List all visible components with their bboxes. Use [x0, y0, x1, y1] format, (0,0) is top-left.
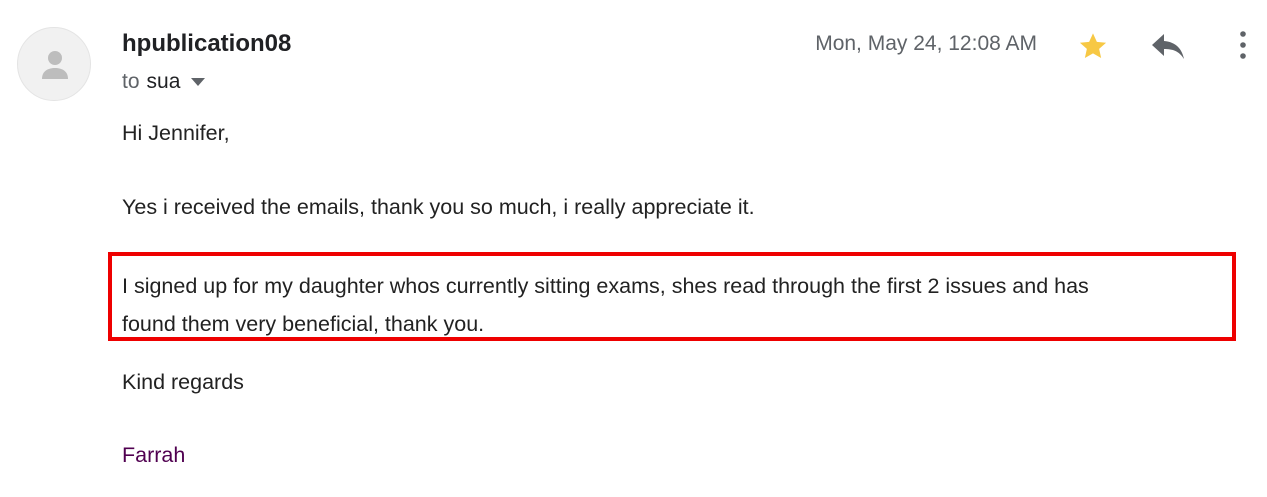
email-paragraph-1: Yes i received the emails, thank you so … [122, 195, 755, 219]
highlight-annotation-box [108, 252, 1236, 341]
to-label: to [122, 70, 140, 93]
sender-avatar[interactable] [17, 27, 91, 101]
star-icon [1079, 33, 1107, 58]
reply-icon [1152, 34, 1184, 59]
email-closing: Kind regards [122, 370, 244, 394]
message-date: Mon, May 24, 12:08 AM [815, 32, 1037, 55]
recipient-name: sua [146, 70, 181, 93]
email-greeting: Hi Jennifer, [122, 121, 230, 145]
avatar-person-icon [42, 51, 68, 79]
more-options-icon [1240, 31, 1246, 59]
sender-name[interactable]: hpublication08 [122, 30, 291, 58]
more-options-button[interactable] [1233, 28, 1253, 64]
recipient-details-toggle[interactable]: to sua [122, 70, 206, 94]
email-signature: Farrah [122, 443, 186, 467]
dropdown-arrow-icon[interactable] [191, 78, 206, 86]
star-button[interactable] [1077, 30, 1109, 62]
reply-button[interactable] [1150, 31, 1186, 61]
